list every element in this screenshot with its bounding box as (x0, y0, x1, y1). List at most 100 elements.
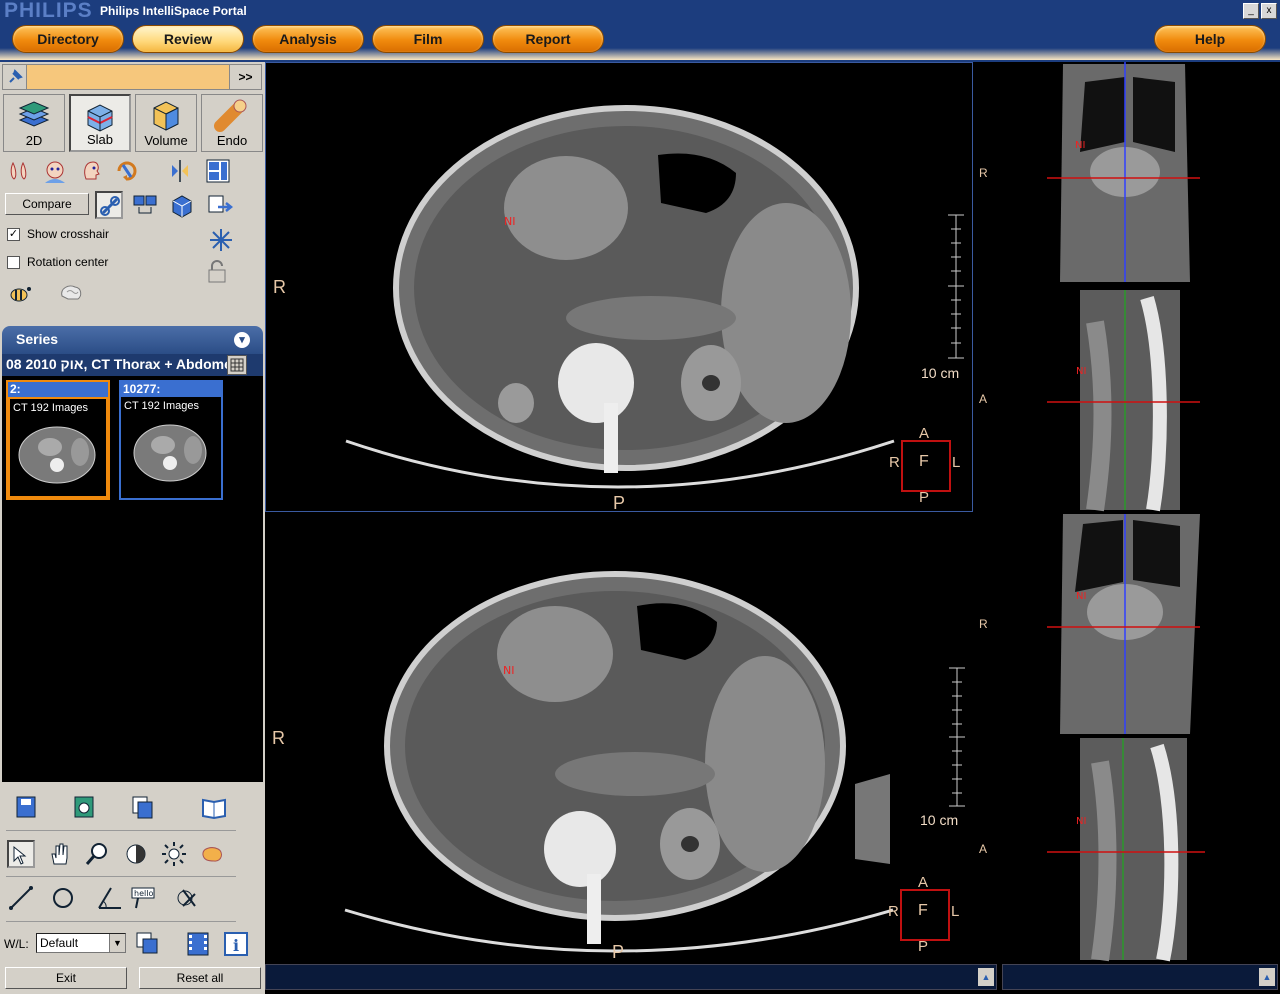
chevron-down-icon[interactable]: ▼ (109, 934, 125, 952)
wl-preset-select[interactable]: Default ▼ (36, 933, 126, 953)
menu-analysis[interactable]: Analysis (252, 25, 364, 53)
line-measure-icon[interactable] (7, 884, 35, 912)
status-bar-left: ▲ (265, 964, 997, 990)
svg-text:NI: NI (1076, 816, 1086, 827)
help-button[interactable]: Help (1154, 25, 1266, 53)
svg-text:NI: NI (1076, 366, 1086, 377)
angle-icon[interactable] (96, 884, 124, 912)
mode-2d-button[interactable]: 2D (3, 94, 65, 152)
slab-icon (87, 104, 113, 132)
brain-icon[interactable] (57, 280, 85, 308)
delete-annotation-icon[interactable] (173, 884, 201, 912)
mode-endo-button[interactable]: Endo (201, 94, 263, 152)
minimize-button[interactable]: _ (1243, 3, 1259, 19)
ct-axial-image: NI (344, 571, 965, 953)
axial-view-top[interactable]: NI R P 10 cm A F R L P (265, 62, 973, 512)
menu-report[interactable]: Report (492, 25, 604, 53)
batch-icon[interactable] (130, 794, 158, 822)
annotation-text-icon[interactable]: hello (130, 884, 158, 912)
ct-axial-image: NI (345, 105, 964, 492)
link-icon[interactable] (95, 191, 123, 219)
zoom-icon[interactable] (84, 840, 112, 868)
scale-label: 10 cm (920, 812, 959, 828)
mode-volume-button[interactable]: Volume (135, 94, 197, 152)
series-thumb[interactable]: 2: CT 192 Images (6, 380, 110, 500)
study-label: 08 2010 אוק, CT Thorax + Abdomen (6, 356, 241, 372)
series-id: 10277: (121, 382, 221, 397)
wl-preset-value: Default (40, 936, 79, 950)
brand-logo: PHILIPS (4, 0, 93, 22)
collapse-icon[interactable]: ▾ (234, 332, 250, 348)
ni-marker: NI (503, 664, 514, 677)
pin-bar: >> (2, 64, 262, 90)
series-id: 2: (8, 382, 108, 397)
orient-label: A (979, 392, 988, 406)
svg-text:hello: hello (134, 889, 153, 898)
grid-icon[interactable] (227, 355, 247, 375)
rotation-center-checkbox[interactable] (7, 256, 20, 269)
study-row[interactable]: 08 2010 אוק, CT Thorax + Abdomen (2, 354, 263, 376)
show-crosshair-label: Show crosshair (27, 227, 110, 241)
overlay-icon[interactable] (134, 930, 162, 958)
cube-orientation-icon[interactable] (168, 191, 196, 219)
reset-all-button[interactable]: Reset all (139, 967, 261, 989)
menu-review[interactable]: Review (132, 25, 244, 53)
book-icon[interactable] (200, 794, 228, 822)
orient-label: A (979, 842, 988, 856)
title-bar: PHILIPS Philips IntelliSpace Portal _ x (0, 0, 1280, 22)
ct-reformat-images: NI NI NI NI (1047, 62, 1205, 962)
axial-view-bottom[interactable]: NI R P 10 cm A F R L P (265, 514, 973, 962)
export-arrow-icon[interactable] (206, 191, 234, 219)
rotation-center-label: Rotation center (27, 255, 109, 269)
ellipse-roi-icon[interactable] (50, 884, 78, 912)
close-button[interactable]: x (1261, 3, 1277, 19)
compare-button[interactable]: Compare (5, 193, 89, 215)
show-crosshair-checkbox[interactable]: ✓ (7, 228, 20, 241)
chevron-up-icon[interactable]: ▲ (1259, 968, 1275, 986)
expand-button[interactable]: >> (229, 65, 261, 89)
series-label: CT 192 Images (13, 402, 89, 414)
camera-icon[interactable] (72, 794, 100, 822)
app-title: Philips IntelliSpace Portal (100, 4, 247, 18)
cube-left: R (888, 903, 899, 920)
info-icon[interactable]: i (222, 930, 250, 958)
cube-top: A (918, 874, 929, 891)
status-bar-right: ▲ (1002, 964, 1278, 990)
feet-orientation-icon[interactable] (5, 157, 33, 185)
film-icon[interactable] (184, 930, 212, 958)
menu-directory[interactable]: Directory (12, 25, 124, 53)
sync-views-icon[interactable] (131, 191, 159, 219)
orient-label: R (979, 166, 988, 180)
ct-thumbnail-icon (133, 424, 207, 482)
cube-center[interactable]: F (918, 902, 928, 920)
flip-icon[interactable] (166, 157, 194, 185)
bee-icon[interactable] (7, 280, 35, 308)
chevron-up-icon[interactable]: ▲ (978, 968, 994, 986)
mode-slab-button[interactable]: Slab (69, 94, 131, 152)
series-list: 2: CT 192 Images 10277: CT 192 Images (2, 376, 263, 782)
window-level-icon[interactable] (122, 840, 150, 868)
select-pointer-icon[interactable] (7, 840, 35, 868)
lock-icon[interactable] (206, 260, 234, 288)
cube-right: L (952, 454, 961, 471)
cube-right: L (951, 903, 960, 920)
profile-orientation-icon[interactable] (77, 157, 105, 185)
crosshair-icon[interactable] (208, 227, 236, 255)
pin-icon[interactable] (3, 65, 27, 89)
series-label: CT 192 Images (124, 400, 200, 412)
reformat-views[interactable]: NI NI NI NI R A R A (975, 62, 1280, 962)
exit-button[interactable]: Exit (5, 967, 127, 989)
cube-center[interactable]: F (919, 453, 929, 471)
pan-hand-icon[interactable] (46, 840, 74, 868)
face-orientation-icon[interactable] (41, 157, 69, 185)
brightness-icon[interactable] (160, 840, 188, 868)
layout-icon[interactable] (204, 157, 232, 185)
rotate-icon[interactable] (113, 157, 141, 185)
save-volume-icon[interactable] (14, 794, 42, 822)
series-thumb[interactable]: 10277: CT 192 Images (119, 380, 223, 500)
menu-bar: Directory Review Analysis Film Report He… (0, 22, 1280, 62)
orient-label: R (979, 617, 988, 631)
organ-icon[interactable] (198, 840, 226, 868)
menu-film[interactable]: Film (372, 25, 484, 53)
orient-bottom: P (613, 493, 626, 512)
